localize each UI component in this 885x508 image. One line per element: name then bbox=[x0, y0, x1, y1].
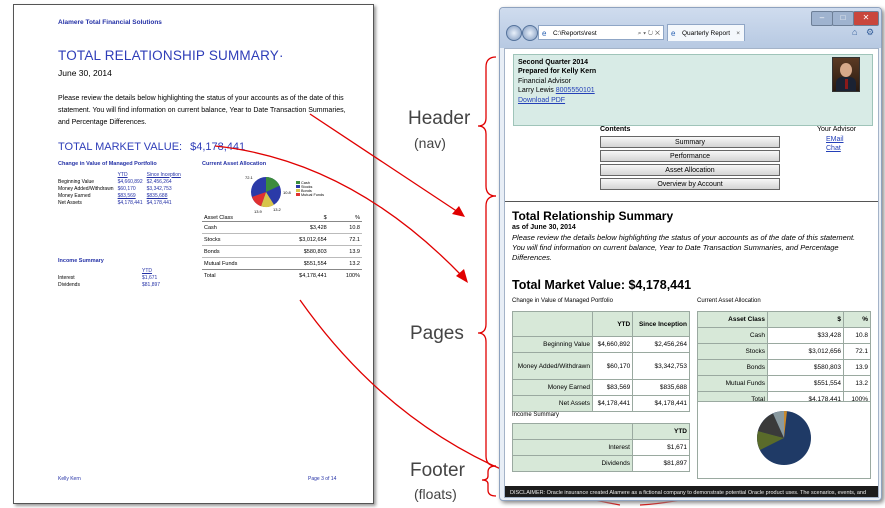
your-advisor-heading: Your Advisor bbox=[817, 126, 857, 133]
download-pdf-link[interactable]: Download PDF bbox=[518, 96, 565, 106]
close-window-button[interactable]: ✕ bbox=[853, 11, 879, 26]
search-icon[interactable]: ⌕ ▾ ↻ ✕ bbox=[638, 26, 660, 41]
gear-icon[interactable]: ⚙ bbox=[866, 27, 874, 38]
advisor-phone-link[interactable]: 8005550101 bbox=[556, 87, 595, 94]
tab-quarterly-report[interactable]: e Quarterly Report × bbox=[667, 24, 745, 41]
brace-header bbox=[477, 56, 497, 197]
back-button[interactable] bbox=[506, 25, 522, 41]
address-text: C:\Reports\rest bbox=[553, 30, 597, 37]
ie-tab-icon: e bbox=[671, 29, 676, 38]
nav-asset-allocation-button[interactable]: Asset Allocation bbox=[600, 164, 780, 176]
address-bar[interactable]: e C:\Reports\rest ⌕ ▾ ↻ ✕ bbox=[538, 25, 664, 40]
email-link[interactable]: EMail bbox=[826, 136, 844, 143]
forward-button[interactable] bbox=[522, 25, 538, 41]
total-market-value: Total Market Value: $4,178,441 bbox=[512, 278, 692, 292]
close-tab-icon[interactable]: × bbox=[736, 25, 740, 42]
table-row: Interest $1,671 bbox=[512, 439, 690, 456]
pie-chart-box bbox=[697, 401, 871, 479]
table-row: Bonds $580,803 13.9 bbox=[697, 359, 871, 376]
contents-heading: Contents bbox=[600, 126, 631, 133]
table-row: Beginning Value $4,660,892 $2,456,264 bbox=[512, 336, 690, 353]
income-table: YTD Interest $1,671 Dividends $81,897 bbox=[512, 423, 690, 472]
advisor-line: Larry Lewis 8005550101 bbox=[518, 87, 595, 94]
page-intro: Please review the details below highligh… bbox=[512, 233, 856, 262]
table-row: Money Added/Withdrawn $60,170 $3,342,753 bbox=[512, 352, 690, 380]
change-heading: Change in Value of Managed Portfolio bbox=[512, 298, 613, 304]
table-row: Net Assets $4,178,441 $4,178,441 bbox=[512, 395, 690, 412]
arrowhead bbox=[452, 206, 465, 217]
chat-link[interactable]: Chat bbox=[826, 145, 841, 152]
advisor-photo bbox=[832, 57, 860, 92]
page-content: Second Quarter 2014 Prepared for Kelly K… bbox=[504, 48, 879, 498]
income-heading: Income Summary bbox=[512, 412, 560, 418]
allocation-pie-chart bbox=[757, 411, 811, 465]
arrow-to-tmv bbox=[214, 145, 463, 277]
disclaimer-footer: DISCLAIMER: Oracle insurance created Ala… bbox=[505, 486, 878, 497]
alloc-table: Asset Class $% Cash $33,428 10.8 Stocks $3,0… bbox=[697, 311, 871, 408]
minimize-button[interactable]: – bbox=[811, 11, 833, 26]
report-header: Second Quarter 2014 Prepared for Kelly K… bbox=[513, 54, 873, 126]
table-row: Cash $33,428 10.8 bbox=[697, 327, 871, 344]
table-row: Stocks $3,012,656 72.1 bbox=[697, 343, 871, 360]
page-title: Total Relationship Summary bbox=[512, 209, 674, 223]
brace-footer bbox=[481, 465, 497, 497]
nav-overview-by-account-button[interactable]: Overview by Account bbox=[600, 178, 780, 190]
ie-page-icon: e bbox=[542, 29, 547, 38]
home-icon[interactable]: ⌂ bbox=[852, 27, 857, 37]
table-row: Dividends $81,897 bbox=[512, 455, 690, 472]
arrow-to-title bbox=[309, 113, 459, 213]
nav-summary-button[interactable]: Summary bbox=[600, 136, 780, 148]
maximize-button[interactable]: □ bbox=[832, 11, 854, 26]
browser-window: – □ ✕ e C:\Reports\rest ⌕ ▾ ↻ ✕ e Quarte… bbox=[499, 7, 882, 501]
table-row: Money Earned $83,569 $835,688 bbox=[512, 379, 690, 396]
nav-performance-button[interactable]: Performance bbox=[600, 150, 780, 162]
brace-pages bbox=[477, 195, 497, 467]
table-row: Mutual Funds $551,554 13.2 bbox=[697, 375, 871, 392]
alloc-heading: Current Asset Allocation bbox=[697, 298, 761, 304]
change-table: YTD Since Inception Beginning Value $4,660… bbox=[512, 311, 690, 412]
prepared-for: Prepared for Kelly Kern bbox=[518, 68, 597, 75]
as-of-date: as of June 30, 2014 bbox=[512, 224, 576, 231]
tab-label: Quarterly Report bbox=[682, 30, 731, 37]
header-divider bbox=[505, 201, 878, 202]
